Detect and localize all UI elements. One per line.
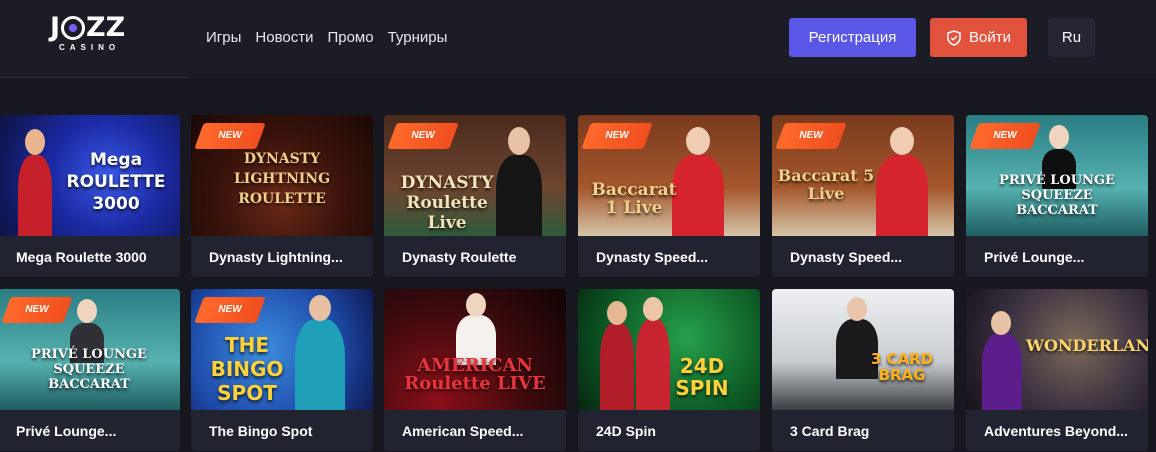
logo-subtitle: CASINO [59,43,121,52]
game-card[interactable]: DYNASTY LIGHTNING ROULETTE NEW Dynasty L… [191,115,373,277]
header-divider [0,77,190,78]
new-badge: NEW [775,123,847,149]
game-title: Dynasty Speed... [596,249,709,265]
game-art-text: 3 CARD BRAG [870,350,934,384]
new-badge: NEW [969,123,1041,149]
game-card[interactable]: THE BINGO SPOT NEW The Bingo Spot [191,289,373,451]
game-title: Privé Lounge... [984,249,1085,265]
game-art-text: DYNASTY Roulette Live [400,173,494,233]
game-art-text: 24D SPIN [675,354,729,400]
game-card[interactable]: Baccarat 1 Live NEW Dynasty Speed... [578,115,760,277]
game-thumbnail: WONDERLAND [966,289,1148,410]
game-card[interactable]: AMERICAN Roulette LIVE American Speed... [384,289,566,451]
new-badge: NEW [194,123,266,149]
register-button-label: Регистрация [808,29,897,46]
nav-item-news[interactable]: Новости [255,29,313,46]
shield-check-icon [947,29,961,46]
game-thumbnail: Mega ROULETTE 3000 [0,115,180,236]
new-badge: NEW [194,297,266,323]
game-art-text: Mega ROULETTE 3000 [66,150,166,214]
logo[interactable]: J ZZ CASINO [50,14,138,58]
game-art-text: Baccarat 1 Live [591,180,677,218]
game-title: 3 Card Brag [790,423,870,439]
game-thumbnail: AMERICAN Roulette LIVE [384,289,566,410]
login-button-label: Войти [969,29,1011,46]
nav-item-promo[interactable]: Промо [327,29,373,46]
game-title: 24D Spin [596,423,656,439]
game-thumbnail: 3 CARD BRAG [772,289,954,410]
language-label: Ru [1061,29,1082,46]
game-card[interactable]: 3 CARD BRAG 3 Card Brag [772,289,954,451]
header: J ZZ CASINO Игры Новости Промо Турниры Ре… [0,0,1156,78]
nav-item-games[interactable]: Игры [206,29,241,46]
main-nav: Игры Новости Промо Турниры [206,29,447,46]
game-art-text: Baccarat 5 Live [777,166,875,203]
game-art-text: WONDERLAND [1026,336,1148,355]
game-card[interactable]: Baccarat 5 Live NEW Dynasty Speed... [772,115,954,277]
game-card[interactable]: PRIVÉ LOUNGE SQUEEZE BACCARAT NEW Privé … [966,115,1148,277]
game-card[interactable]: 24D SPIN 24D Spin [578,289,760,451]
new-badge: NEW [387,123,459,149]
game-art-text: THE BINGO SPOT [210,333,284,405]
nav-item-tournaments[interactable]: Турниры [388,29,448,46]
game-title: The Bingo Spot [209,423,313,439]
game-card[interactable]: DYNASTY Roulette Live NEW Dynasty Roulet… [384,115,566,277]
game-title: Dynasty Speed... [790,249,903,265]
game-title: Dynasty Roulette [402,249,517,265]
new-badge: NEW [1,297,73,323]
game-title: American Speed... [402,423,524,439]
game-thumbnail: 24D SPIN [578,289,760,410]
new-badge: NEW [581,123,653,149]
game-card[interactable]: WONDERLAND Adventures Beyond... [966,289,1148,451]
logo-text: J ZZ [50,12,126,43]
game-title: Adventures Beyond... [984,423,1128,439]
register-button[interactable]: Регистрация [789,18,916,57]
game-card[interactable]: Mega ROULETTE 3000 Mega Roulette 3000 [0,115,180,277]
game-art-text: DYNASTY LIGHTNING ROULETTE [233,151,331,207]
game-card[interactable]: PRIVÉ LOUNGE SQUEEZE BACCARAT NEW Privé … [0,289,180,451]
game-art-text: PRIVÉ LOUNGE SQUEEZE BACCARAT [999,173,1115,218]
game-title: Mega Roulette 3000 [16,249,147,265]
login-button[interactable]: Войти [930,18,1027,57]
game-title: Dynasty Lightning... [209,249,343,265]
game-title: Privé Lounge... [16,423,117,439]
logo-o-icon [61,16,86,40]
game-art-text: AMERICAN Roulette LIVE [404,355,546,394]
language-button[interactable]: Ru [1048,18,1095,57]
game-art-text: PRIVÉ LOUNGE SQUEEZE BACCARAT [31,347,147,392]
